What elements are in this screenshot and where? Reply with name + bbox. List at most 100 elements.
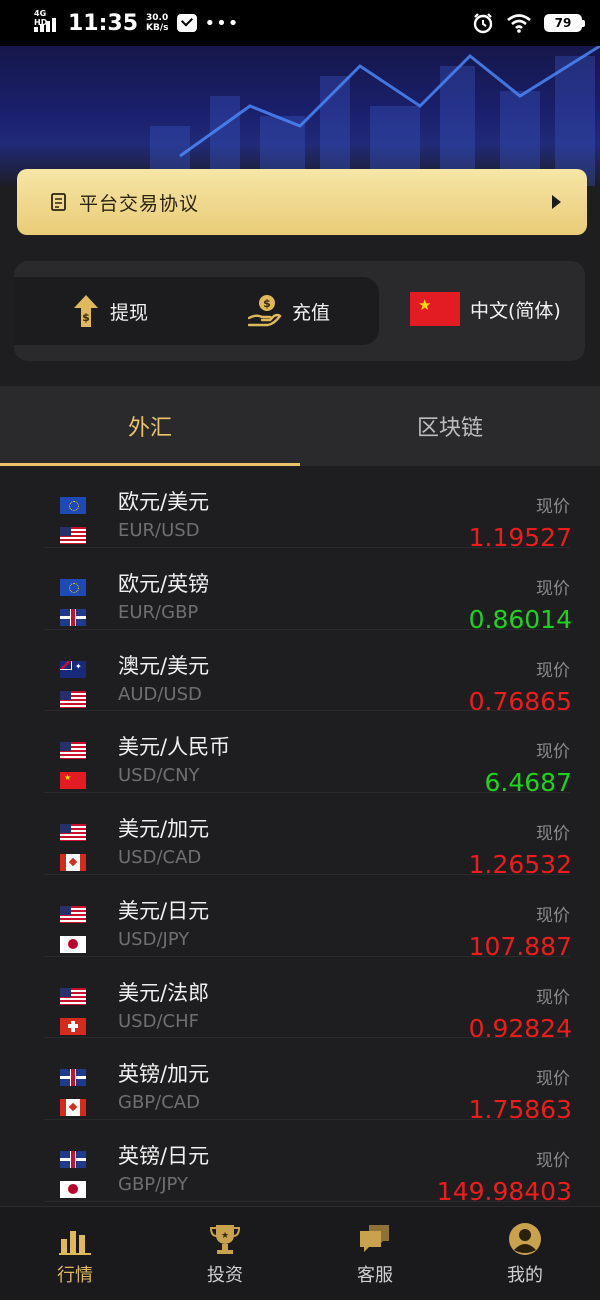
- price-label: 现价: [536, 578, 570, 599]
- battery-icon: 79: [544, 14, 585, 32]
- us-flag-icon: [60, 742, 86, 760]
- clock: 11:35: [68, 10, 139, 36]
- funds-actions: $ 提现 $ 充值: [14, 277, 379, 345]
- pair-code: EUR/GBP: [118, 601, 199, 623]
- japan-flag-icon: [60, 1181, 86, 1198]
- price-label: 现价: [536, 987, 570, 1008]
- quote-row[interactable]: 美元/加元 USD/CAD 现价 1.26532: [0, 793, 600, 879]
- price-label: 现价: [536, 824, 570, 844]
- chevron-right-icon: [552, 195, 561, 209]
- price-label: 现价: [536, 905, 570, 926]
- us-flag-icon: [60, 690, 86, 708]
- quote-row[interactable]: 美元/法郎 USD/CHF 现价 0.92824: [0, 957, 600, 1043]
- us-flag-icon: [60, 527, 86, 544]
- user-avatar-icon: [509, 1222, 541, 1255]
- agreement-label: 平台交易协议: [79, 192, 200, 215]
- nav-support-label: 客服: [357, 1264, 393, 1286]
- message-notification-icon: [176, 14, 197, 32]
- tab-blockchain[interactable]: 区块链: [300, 386, 600, 466]
- nav-invest[interactable]: ★ 投资: [150, 1207, 300, 1300]
- pair-name: 英镑/加元: [118, 1062, 210, 1087]
- nav-support[interactable]: 客服: [300, 1207, 450, 1300]
- svg-text:★: ★: [221, 1231, 229, 1241]
- quote-row[interactable]: 美元/日元 USD/JPY 现价 107.887: [0, 875, 600, 961]
- status-bar: 4G HD 11:35 30.0 KB/s ••• 79: [0, 0, 600, 46]
- price-label: 现价: [536, 660, 570, 681]
- china-flag-icon: [60, 772, 86, 790]
- quote-row[interactable]: 澳元/美元 AUD/USD 现价 0.76865: [0, 630, 600, 716]
- uk-flag-icon: [60, 608, 86, 626]
- hero-banner-image: [0, 46, 600, 186]
- language-label: 中文(简体): [470, 299, 561, 322]
- trophy-icon: ★: [209, 1224, 241, 1254]
- pair-code: USD/CHF: [118, 1010, 199, 1032]
- price-label: 现价: [536, 1151, 570, 1171]
- us-flag-icon: [60, 824, 86, 841]
- nav-market[interactable]: 行情: [0, 1207, 150, 1300]
- wifi-icon: [507, 14, 531, 33]
- pair-name: 澳元/美元: [118, 653, 210, 678]
- deposit-button[interactable]: $ 充值: [248, 294, 330, 328]
- nav-invest-label: 投资: [207, 1264, 243, 1286]
- account-actions-panel: $ 提现 $ 充值 中文(简体): [14, 261, 585, 361]
- uk-flag-icon: [60, 1151, 86, 1168]
- network-speed: 30.0 KB/s: [146, 13, 168, 33]
- nav-profile[interactable]: 我的: [450, 1207, 600, 1300]
- tab-forex[interactable]: 外汇: [0, 386, 300, 466]
- svg-text:$: $: [82, 311, 90, 324]
- chat-bubbles-icon: [360, 1224, 389, 1252]
- nav-profile-label: 我的: [507, 1264, 543, 1286]
- price-label: 现价: [536, 497, 570, 517]
- pair-code: EUR/USD: [118, 520, 200, 541]
- withdraw-label: 提现: [110, 301, 149, 324]
- alarm-clock-icon: [473, 13, 493, 34]
- market-tabs: 外汇 区块链: [0, 386, 600, 466]
- svg-text:$: $: [263, 297, 271, 310]
- eu-flag-icon: [60, 497, 86, 514]
- more-notifications-icon: •••: [204, 12, 240, 34]
- australia-flag-icon: [60, 660, 86, 678]
- speed-value: 30.0: [146, 13, 169, 23]
- us-flag-icon: [60, 905, 86, 923]
- price-label: 现价: [536, 742, 570, 763]
- withdraw-button[interactable]: $ 提现: [72, 294, 148, 328]
- pair-name: 美元/人民币: [118, 735, 231, 760]
- quote-row[interactable]: 英镑/加元 GBP/CAD 现价 1.75863: [0, 1038, 600, 1124]
- china-flag-icon: [410, 292, 460, 326]
- switzerland-flag-icon: [60, 1017, 86, 1035]
- pair-name: 美元/加元: [118, 817, 210, 841]
- pair-name: 欧元/美元: [118, 490, 210, 514]
- quote-row[interactable]: 英镑/日元 GBP/JPY 现价 149.98403: [0, 1120, 600, 1206]
- pair-code: GBP/JPY: [118, 1174, 188, 1195]
- pair-code: GBP/CAD: [118, 1092, 200, 1114]
- trading-agreement-button[interactable]: 平台交易协议: [17, 169, 587, 235]
- us-flag-icon: [60, 987, 86, 1005]
- pair-code: USD/CAD: [118, 847, 202, 868]
- canada-flag-icon: [60, 854, 86, 871]
- pair-code: USD/CNY: [118, 765, 200, 787]
- current-price: 149.98403: [436, 1177, 572, 1206]
- document-icon: [51, 193, 66, 211]
- pair-name: 美元/法郎: [118, 980, 210, 1005]
- deposit-label: 充值: [292, 301, 331, 324]
- pair-code: USD/JPY: [118, 928, 190, 950]
- quote-row[interactable]: 美元/人民币 USD/CNY 现价 6.4687: [0, 711, 600, 797]
- battery-level: 79: [554, 16, 572, 30]
- japan-flag-icon: [60, 935, 86, 953]
- price-label: 现价: [536, 1069, 570, 1090]
- uk-flag-icon: [60, 1069, 86, 1087]
- eu-flag-icon: [60, 578, 86, 596]
- pair-name: 美元/日元: [118, 898, 210, 923]
- nav-market-label: 行情: [57, 1264, 93, 1286]
- language-selector[interactable]: 中文(简体): [410, 292, 561, 326]
- quotes-list: 欧元/美元 EUR/USD 现价 1.19527 欧元/英镑 EUR/GBP 现…: [0, 466, 600, 1206]
- quote-row[interactable]: 欧元/英镑 EUR/GBP 现价 0.86014: [0, 548, 600, 634]
- quote-row[interactable]: 欧元/美元 EUR/USD 现价 1.19527: [0, 466, 600, 552]
- pair-name: 欧元/英镑: [118, 571, 210, 596]
- speed-unit: KB/s: [146, 23, 169, 33]
- pair-code: AUD/USD: [118, 683, 202, 705]
- chart-bar-icon: [59, 1230, 91, 1255]
- cellular-signal-icon: 4G HD: [34, 9, 60, 34]
- withdraw-icon: $: [74, 295, 98, 327]
- deposit-icon: $: [248, 295, 282, 327]
